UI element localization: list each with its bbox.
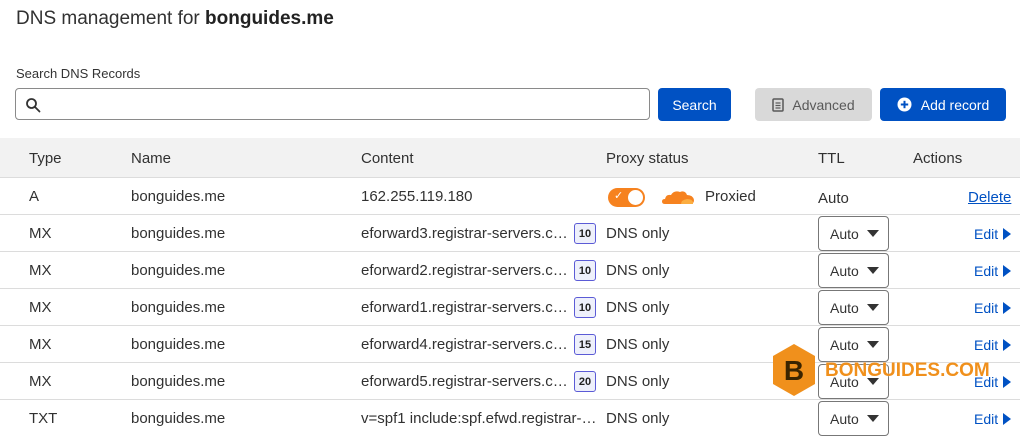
edit-label: Edit [974, 300, 999, 316]
header-actions: Actions [913, 150, 963, 167]
caret-down-icon [867, 415, 879, 422]
record-name: bonguides.me [131, 336, 226, 353]
caret-right-icon [1003, 228, 1012, 240]
edit-link[interactable]: Edit [974, 263, 1012, 279]
table-row: MX bonguides.me eforward3.registrar-serv… [0, 215, 1020, 252]
caret-down-icon [867, 304, 879, 311]
record-type: MX [29, 262, 52, 279]
search-label: Search DNS Records [16, 66, 141, 81]
priority-badge: 10 [574, 297, 596, 318]
record-type: MX [29, 225, 52, 242]
edit-label: Edit [974, 263, 999, 279]
proxy-status-label: DNS only [606, 336, 670, 353]
ttl-value: Auto [830, 226, 859, 242]
caret-right-icon [1003, 376, 1012, 388]
advanced-button[interactable]: Advanced [755, 88, 872, 121]
record-content: eforward5.registrar-servers.com [361, 373, 573, 390]
table-row: MX bonguides.me eforward1.registrar-serv… [0, 289, 1020, 326]
record-content: eforward2.registrar-servers.com [361, 262, 573, 279]
add-record-button[interactable]: Add record [880, 88, 1006, 121]
search-input[interactable] [50, 93, 640, 115]
header-type[interactable]: Type [29, 150, 62, 167]
edit-link[interactable]: Edit [974, 226, 1012, 242]
table-row: TXT bonguides.me v=spf1 include:spf.efwd… [0, 400, 1020, 436]
record-type: MX [29, 299, 52, 316]
ttl-value: Auto [830, 411, 859, 427]
record-name: bonguides.me [131, 262, 226, 279]
proxy-status-label: DNS only [606, 299, 670, 316]
priority-badge: 15 [574, 334, 596, 355]
record-content: eforward1.registrar-servers.com [361, 299, 573, 316]
edit-link[interactable]: Edit [974, 337, 1012, 353]
hexagon-logo-icon: B [773, 344, 815, 396]
record-name: bonguides.me [131, 188, 226, 205]
page-title-domain: bonguides.me [205, 8, 334, 29]
ttl-select[interactable]: Auto [818, 290, 889, 325]
ttl-value: Auto [830, 263, 859, 279]
proxy-status-label: DNS only [606, 410, 670, 427]
cloud-icon [662, 191, 694, 204]
caret-right-icon [1003, 413, 1012, 425]
header-name[interactable]: Name [131, 150, 171, 167]
record-name: bonguides.me [131, 299, 226, 316]
ttl-select[interactable]: Auto [818, 401, 889, 436]
search-button[interactable]: Search [658, 88, 731, 121]
record-content: eforward4.registrar-servers.com [361, 336, 573, 353]
priority-badge: 20 [574, 371, 596, 392]
page-title-prefix: DNS management for [16, 8, 200, 29]
record-name: bonguides.me [131, 410, 226, 427]
watermark-letter: B [784, 355, 804, 386]
priority-badge: 10 [574, 260, 596, 281]
toggle-knob [628, 190, 643, 205]
plus-circle-icon [897, 97, 912, 112]
priority-badge: 10 [574, 223, 596, 244]
proxy-status-label: DNS only [606, 225, 670, 242]
header-content[interactable]: Content [361, 150, 414, 167]
caret-right-icon [1003, 265, 1012, 277]
record-name: bonguides.me [131, 373, 226, 390]
record-type: A [29, 188, 40, 205]
ttl-select[interactable]: Auto [818, 216, 889, 251]
caret-down-icon [867, 267, 879, 274]
header-proxy-status: Proxy status [606, 150, 689, 167]
edit-label: Edit [974, 337, 999, 353]
search-icon [26, 98, 41, 113]
record-content: 162.255.119.180 [361, 188, 473, 205]
proxy-status-label: DNS only [606, 262, 670, 279]
table-row: A bonguides.me 162.255.119.180 ✓ Proxied… [0, 178, 1020, 215]
caret-right-icon [1003, 339, 1012, 351]
add-record-label: Add record [920, 96, 990, 113]
document-icon [772, 97, 785, 112]
search-box [15, 88, 650, 120]
caret-right-icon [1003, 302, 1012, 314]
record-type: TXT [29, 410, 58, 427]
edit-label: Edit [974, 411, 999, 427]
proxy-toggle[interactable]: ✓ [608, 188, 645, 207]
record-type: MX [29, 373, 52, 390]
ttl-select[interactable]: Auto [818, 253, 889, 288]
header-ttl[interactable]: TTL [818, 150, 845, 167]
table-row: MX bonguides.me eforward2.registrar-serv… [0, 252, 1020, 289]
ttl-value: Auto [830, 300, 859, 316]
edit-link[interactable]: Edit [974, 411, 1012, 427]
edit-link[interactable]: Edit [974, 300, 1012, 316]
advanced-label: Advanced [792, 96, 855, 113]
record-type: MX [29, 336, 52, 353]
watermark-text: BONGUIDES.COM [825, 360, 990, 381]
edit-label: Edit [974, 226, 999, 242]
record-ttl: Auto [818, 190, 849, 207]
record-content: v=spf1 include:spf.efwd.registrar-server… [361, 410, 597, 427]
table-header: Type Name Content Proxy status TTL Actio… [0, 138, 1020, 178]
proxy-status-label: DNS only [606, 373, 670, 390]
delete-link[interactable]: Delete [968, 189, 1011, 206]
caret-down-icon [867, 230, 879, 237]
proxy-status-label: Proxied [705, 188, 756, 205]
record-name: bonguides.me [131, 225, 226, 242]
page-title: DNS management for bonguides.me [16, 8, 334, 30]
check-icon: ✓ [614, 190, 624, 202]
watermark-logo: B BONGUIDES.COM [770, 342, 990, 402]
record-content: eforward3.registrar-servers.com [361, 225, 573, 242]
